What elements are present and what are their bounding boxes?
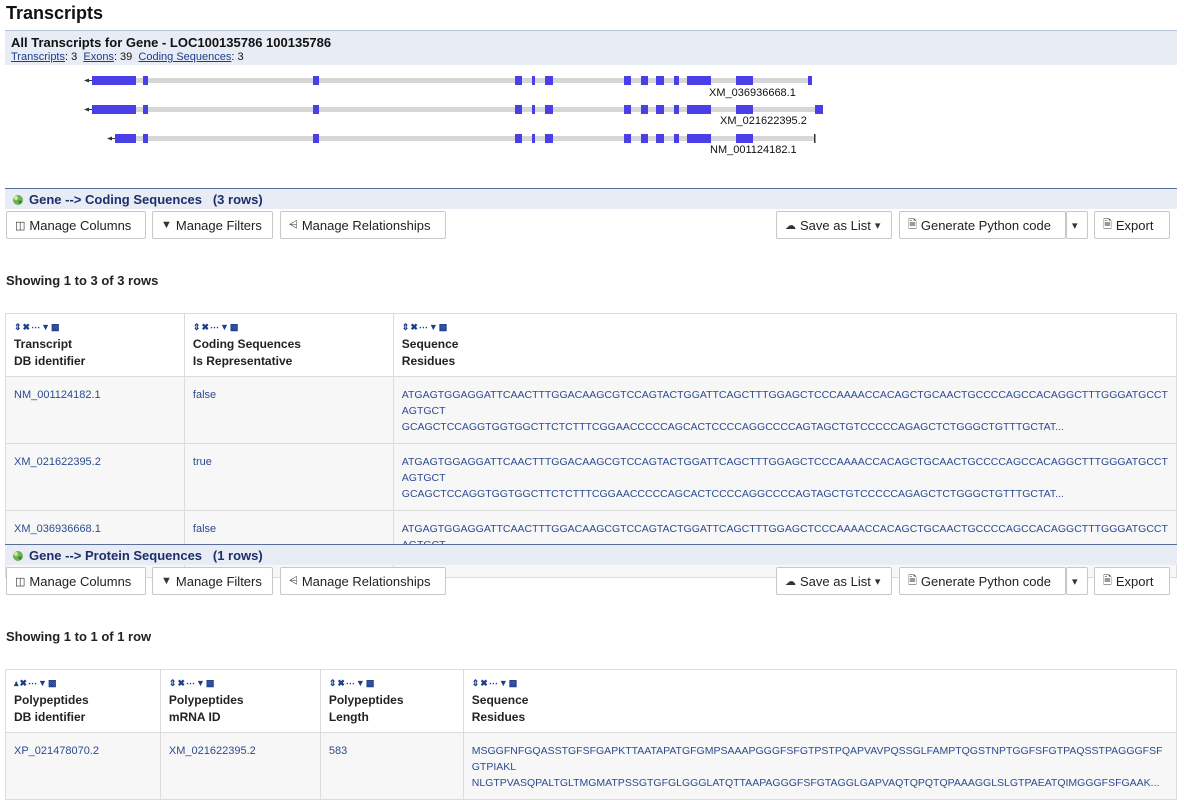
section-title: Gene --> Protein Sequences (1 rows) (29, 548, 263, 563)
table-header-row: ▴✖⋯▼▩ Polypeptides DB identifier ⇕✖⋯▼▩ Poly… (5, 669, 1178, 733)
mrna-id-link[interactable]: XM_021622395.2 (169, 745, 256, 757)
cloud-upload-icon: ☁ (785, 575, 796, 588)
track-label: XM_021622395.2 (720, 115, 807, 127)
is-representative-value[interactable]: false (193, 389, 216, 401)
sequence-residues[interactable]: ATGAGTGGAGGATTCAACTTTGGACAAGCGTCCAGTACTG… (402, 456, 1168, 500)
manage-columns-button[interactable]: ◫ Manage Columns (6, 211, 146, 239)
coding-sequences-table: ⇕✖⋯▼▩ Transcript DB identifier ⇕✖⋯▼▩ Coding… (5, 313, 1178, 578)
sequence-residues[interactable]: ATGAGTGGAGGATTCAACTTTGGACAAGCGTCCAGTACTG… (402, 389, 1168, 433)
track-label: NM_001124182.1 (710, 144, 797, 156)
transcript-id-link[interactable]: XM_021622395.2 (14, 456, 101, 468)
table-row: XP_021478070.2 XM_021622395.2 583 MSGGFN… (5, 732, 1178, 800)
share-icon: ⩤ (289, 574, 298, 587)
page-title: Transcripts (6, 3, 104, 23)
coding-sequences-section-header[interactable]: Gene --> Coding Sequences (3 rows) (5, 188, 1177, 209)
caret-down-icon: ▾ (1072, 575, 1078, 588)
manage-filters-button[interactable]: ▼ Manage Filters (152, 567, 273, 595)
transcript-track[interactable]: XM_036936668.1 (84, 76, 812, 99)
coding-sequences-count-value: : 3 (231, 51, 244, 63)
column-controls[interactable]: ⇕✖⋯▼▩ (472, 678, 1168, 688)
caret-down-icon: ▾ (874, 219, 881, 232)
transcript-id-link[interactable]: XM_036936668.1 (14, 523, 101, 535)
column-controls[interactable]: ⇕✖⋯▼▩ (402, 322, 1168, 332)
protein-sequences-table: ▴✖⋯▼▩ Polypeptides DB identifier ⇕✖⋯▼▩ Poly… (5, 669, 1178, 800)
generate-python-button[interactable]: 🗎 Generate Python code (899, 211, 1066, 239)
share-icon: ⩤ (289, 218, 298, 231)
table-row: XM_021622395.2 true ATGAGTGGAGGATTCAACTT… (5, 443, 1178, 511)
column-controls[interactable]: ⇕✖⋯▼▩ (14, 322, 176, 332)
column-controls[interactable]: ⇕✖⋯▼▩ (329, 678, 455, 688)
filter-icon: ▼ (161, 219, 172, 231)
save-as-list-button[interactable]: ☁ Save as List ▾ (776, 567, 892, 595)
code-file-icon: 🗎 (908, 218, 917, 231)
length-value[interactable]: 583 (329, 745, 347, 757)
transcripts-counts: Transcripts: 3 Exons: 39 Coding Sequence… (11, 51, 244, 63)
exons-count-value: : 39 (113, 51, 133, 63)
generate-python-dropdown[interactable]: ▾ (1066, 211, 1088, 239)
manage-relationships-button[interactable]: ⩤ Manage Relationships (280, 211, 446, 239)
polypeptide-id-link[interactable]: XP_021478070.2 (14, 745, 99, 757)
transcript-track[interactable]: NM_001124182.1 (107, 134, 816, 156)
code-file-icon: 🗎 (908, 574, 917, 587)
coding-sequences-count-link[interactable]: Coding Sequences (138, 51, 231, 63)
columns-icon: ◫ (15, 219, 26, 232)
column-header[interactable]: ▴✖⋯▼▩ Polypeptides DB identifier (5, 669, 161, 733)
section-title: Gene --> Coding Sequences (3 rows) (29, 192, 263, 207)
file-export-icon: 🗎 (1103, 574, 1112, 587)
generate-python-button[interactable]: 🗎 Generate Python code (899, 567, 1066, 595)
caret-down-icon: ▾ (874, 575, 881, 588)
is-representative-value[interactable]: false (193, 523, 216, 535)
showing-rows-label: Showing 1 to 1 of 1 row (6, 629, 152, 644)
column-controls[interactable]: ▴✖⋯▼▩ (14, 678, 152, 688)
column-controls[interactable]: ⇕✖⋯▼▩ (193, 322, 385, 332)
showing-rows-label: Showing 1 to 3 of 3 rows (6, 273, 159, 288)
column-header[interactable]: ⇕✖⋯▼▩ Coding Sequences Is Representative (183, 313, 394, 377)
transcripts-panel-title: All Transcripts for Gene - LOC100135786 … (11, 35, 332, 50)
is-representative-value[interactable]: true (193, 456, 212, 468)
transcripts-count-link[interactable]: Transcripts (11, 51, 65, 63)
column-header[interactable]: ⇕✖⋯▼▩ Polypeptides mRNA ID (159, 669, 321, 733)
column-header[interactable]: ⇕✖⋯▼▩ Sequence Residues (462, 669, 1178, 733)
filter-icon: ▼ (161, 575, 172, 587)
column-header[interactable]: ⇕✖⋯▼▩ Polypeptides Length (319, 669, 464, 733)
manage-columns-button[interactable]: ◫ Manage Columns (6, 567, 146, 595)
gene-icon (13, 551, 23, 561)
generate-python-dropdown[interactable]: ▾ (1066, 567, 1088, 595)
column-header[interactable]: ⇕✖⋯▼▩ Transcript DB identifier (5, 313, 185, 377)
cloud-upload-icon: ☁ (785, 219, 796, 232)
export-button[interactable]: 🗎 Export (1094, 211, 1170, 239)
caret-down-icon: ▾ (1072, 219, 1078, 232)
transcript-track-diagram: XM_036936668.1 XM_021622395.2 NM_0011241… (84, 76, 823, 156)
gene-icon (13, 195, 23, 205)
columns-icon: ◫ (15, 575, 26, 588)
sequence-residues[interactable]: MSGGFNFGQASSTGFSFGAPKTTAATAPATGFGMPSAAAP… (472, 745, 1163, 789)
column-controls[interactable]: ⇕✖⋯▼▩ (169, 678, 312, 688)
transcript-track[interactable]: XM_021622395.2 (84, 105, 823, 127)
transcripts-panel-header: All Transcripts for Gene - LOC100135786 … (5, 30, 1177, 65)
manage-relationships-button[interactable]: ⩤ Manage Relationships (280, 567, 446, 595)
exons-count-link[interactable]: Exons (83, 51, 114, 63)
table-header-row: ⇕✖⋯▼▩ Transcript DB identifier ⇕✖⋯▼▩ Coding… (5, 313, 1178, 377)
transcript-id-link[interactable]: NM_001124182.1 (14, 389, 101, 401)
protein-sequences-section-header[interactable]: Gene --> Protein Sequences (1 rows) (5, 544, 1177, 565)
track-label: XM_036936668.1 (709, 87, 796, 99)
manage-filters-button[interactable]: ▼ Manage Filters (152, 211, 273, 239)
save-as-list-button[interactable]: ☁ Save as List ▾ (776, 211, 892, 239)
file-export-icon: 🗎 (1103, 218, 1112, 231)
export-button[interactable]: 🗎 Export (1094, 567, 1170, 595)
column-header[interactable]: ⇕✖⋯▼▩ Sequence Residues (392, 313, 1178, 377)
transcripts-count-value: : 3 (65, 51, 78, 63)
table-row: NM_001124182.1 false ATGAGTGGAGGATTCAACT… (5, 376, 1178, 444)
